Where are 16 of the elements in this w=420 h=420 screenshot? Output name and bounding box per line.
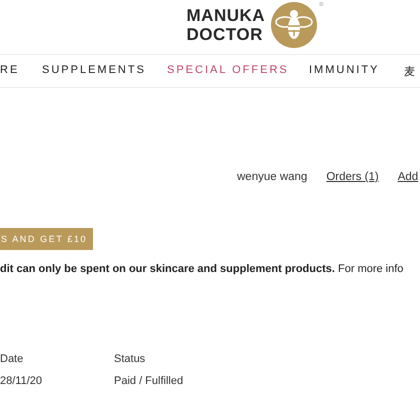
- nav-link[interactable]: RE: [0, 64, 20, 76]
- credit-notice: dit can only be spent on our skincare and supplement products. For more info: [0, 263, 404, 275]
- nav-link[interactable]: SPECIAL OFFERS: [167, 64, 289, 76]
- account-link[interactable]: Add: [398, 171, 418, 183]
- table-cell-text: Paid / Fulfilled: [114, 375, 184, 387]
- nav-link[interactable]: IMMUNITY: [309, 64, 380, 76]
- table-cell-text: 28/11/20: [0, 375, 44, 387]
- nav-link[interactable]: SUPPLEMENTS: [42, 64, 146, 76]
- logo-text: MANUKA: [186, 6, 266, 25]
- logo-text: DOCTOR: [186, 25, 264, 44]
- user-name: wenyue wang: [237, 171, 308, 183]
- nav-link[interactable]: 麦: [404, 64, 417, 79]
- column-header: Status: [114, 353, 146, 365]
- bee-logo-icon: [271, 2, 318, 48]
- account-link[interactable]: Orders (1): [326, 171, 379, 183]
- column-header: Date: [0, 353, 24, 365]
